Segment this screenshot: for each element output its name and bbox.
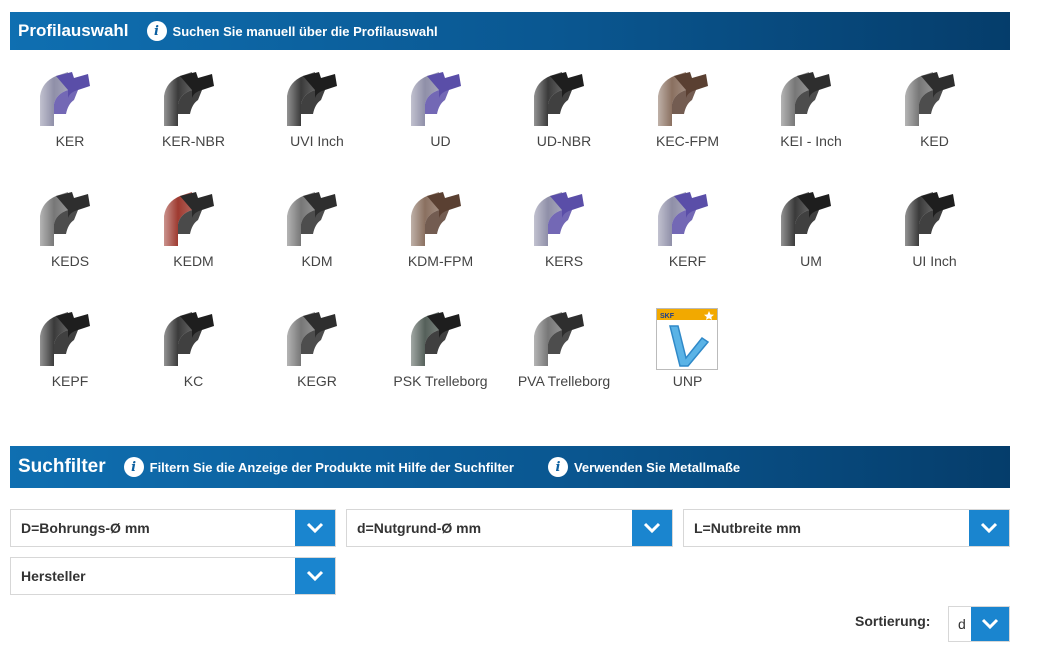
bore-diameter-value: D=Bohrungs-Ø mm (21, 520, 150, 536)
search-filter-title: Suchfilter (18, 456, 106, 477)
seal-profile-purple-icon (534, 192, 584, 246)
manufacturer-value: Hersteller (21, 568, 86, 584)
groove-diameter-select[interactable]: d=Nutgrund-Ø mm (346, 509, 673, 547)
metal-dimensions-info[interactable]: i Verwenden Sie Metallmaße (547, 457, 741, 477)
profile-label: UD (430, 133, 451, 149)
chevron-down-icon[interactable] (970, 607, 1009, 641)
profile-tile-uvi-inch[interactable]: UVI Inch (255, 66, 379, 176)
sort-value: d (958, 616, 966, 632)
profile-tile-kdm[interactable]: KDM (255, 186, 379, 296)
seal-profile-black-icon (163, 312, 214, 366)
profile-tile-kei-inch[interactable]: KEI - Inch (749, 66, 873, 176)
info-icon: i (123, 457, 144, 477)
profile-label: UD-NBR (536, 133, 592, 149)
profile-tile-psk-trelleborg[interactable]: PSK Trelleborg (379, 306, 503, 416)
profile-label: KERF (668, 253, 707, 269)
skf-logo-text: SKF (660, 313, 675, 320)
seal-profile-grey-icon (904, 72, 955, 126)
profile-label: UVI Inch (290, 133, 344, 149)
seal-profile-brown-icon (657, 72, 708, 126)
profile-label: KED (920, 133, 949, 149)
profile-tile-kedm[interactable]: KEDM (132, 186, 256, 296)
profile-label: KDM (301, 253, 333, 269)
profile-tile-ud-nbr[interactable]: UD-NBR (502, 66, 626, 176)
profile-selection-info-text: Suchen Sie manuell über die Profilauswah… (172, 23, 438, 39)
seal-profile-grey-icon (534, 312, 584, 366)
seal-profile-black-icon (781, 192, 831, 246)
profile-tile-kc[interactable]: KC (132, 306, 256, 416)
chevron-down-icon[interactable] (295, 558, 335, 594)
profile-label: KEDM (173, 253, 214, 269)
groove-width-value: L=Nutbreite mm (694, 520, 801, 536)
profile-label: KEPF (51, 373, 89, 389)
profile-tile-kegr[interactable]: KEGR (255, 306, 379, 416)
skf-unp-icon: SKF (655, 308, 718, 370)
groove-diameter-value: d=Nutgrund-Ø mm (357, 520, 482, 536)
seal-profile-grey-icon (40, 192, 90, 246)
groove-width-select[interactable]: L=Nutbreite mm (683, 509, 1010, 547)
profile-tile-kers[interactable]: KERS (502, 186, 626, 296)
sort-label: Sortierung: (855, 613, 931, 629)
bore-diameter-select[interactable]: D=Bohrungs-Ø mm (10, 509, 336, 547)
sort-select[interactable]: d (948, 606, 1010, 642)
profile-tile-kdm-fpm[interactable]: KDM-FPM (379, 186, 503, 296)
seal-profile-purple-icon (657, 192, 708, 246)
profile-label: KER-NBR (161, 133, 225, 149)
profile-tile-kepf[interactable]: KEPF (8, 306, 132, 416)
profile-tile-pva-trelleborg[interactable]: PVA Trelleborg (502, 306, 626, 416)
profile-selection-info[interactable]: i Suchen Sie manuell über die Profilausw… (146, 21, 438, 41)
seal-profile-grey-icon (781, 72, 831, 126)
profile-label: KER (55, 133, 85, 149)
profile-tile-ked[interactable]: KED (873, 66, 997, 176)
seal-profile-darkgreen-icon (410, 312, 461, 366)
seal-profile-purple-icon (40, 72, 90, 126)
profile-tile-um[interactable]: UM (749, 186, 873, 296)
profile-label: KC (183, 373, 204, 389)
info-icon: i (547, 457, 568, 477)
profile-tile-unp[interactable]: SKF UNP (626, 306, 750, 416)
seal-profile-black-icon (287, 72, 337, 126)
profile-label: UNP (672, 373, 703, 389)
seal-profile-brown-icon (410, 192, 461, 246)
seal-profile-black-icon (904, 192, 955, 246)
profile-tile-kerf[interactable]: KERF (626, 186, 750, 296)
search-filter-header: Suchfilter i Filtern Sie die Anzeige der… (10, 446, 1010, 488)
profile-tile-ui-inch[interactable]: UI Inch (873, 186, 997, 296)
search-filter-info-text: Filtern Sie die Anzeige der Produkte mit… (149, 459, 514, 475)
info-icon: i (146, 21, 167, 41)
profile-label: KEC-FPM (656, 133, 719, 149)
manufacturer-select[interactable]: Hersteller (10, 557, 336, 595)
profile-label: PVA Trelleborg (517, 373, 611, 389)
seal-profile-black-icon (40, 312, 90, 366)
profile-label: UI Inch (912, 253, 957, 269)
profile-label: UM (800, 253, 822, 269)
seal-profile-black-icon (534, 72, 584, 126)
seal-profile-grey-icon (287, 192, 337, 246)
profile-tile-ker-nbr[interactable]: KER-NBR (132, 66, 256, 176)
search-filter-info[interactable]: i Filtern Sie die Anzeige der Produkte m… (123, 457, 514, 477)
profile-label: PSK Trelleborg (393, 373, 488, 389)
profile-label: KDM-FPM (407, 253, 474, 269)
seal-profile-black-icon (163, 72, 214, 126)
metal-dimensions-info-text: Verwenden Sie Metallmaße (573, 459, 741, 475)
seal-profile-red-icon (163, 192, 214, 246)
profile-label: KEGR (297, 373, 337, 389)
profile-tile-keds[interactable]: KEDS (8, 186, 132, 296)
profile-tile-ker[interactable]: KER (8, 66, 132, 176)
chevron-down-icon[interactable] (969, 510, 1009, 546)
profile-selection-title: Profilauswahl (18, 21, 129, 40)
profile-label: KEDS (50, 253, 90, 269)
chevron-down-icon[interactable] (295, 510, 335, 546)
seal-profile-grey-icon (287, 312, 337, 366)
profile-label: KERS (544, 253, 584, 269)
profile-tile-kec-fpm[interactable]: KEC-FPM (626, 66, 750, 176)
chevron-down-icon[interactable] (632, 510, 672, 546)
seal-profile-purple-icon (410, 72, 461, 126)
profile-tile-ud[interactable]: UD (379, 66, 503, 176)
profile-label: KEI - Inch (780, 133, 842, 149)
profile-selection-header: Profilauswahl i Suchen Sie manuell über … (10, 12, 1010, 50)
